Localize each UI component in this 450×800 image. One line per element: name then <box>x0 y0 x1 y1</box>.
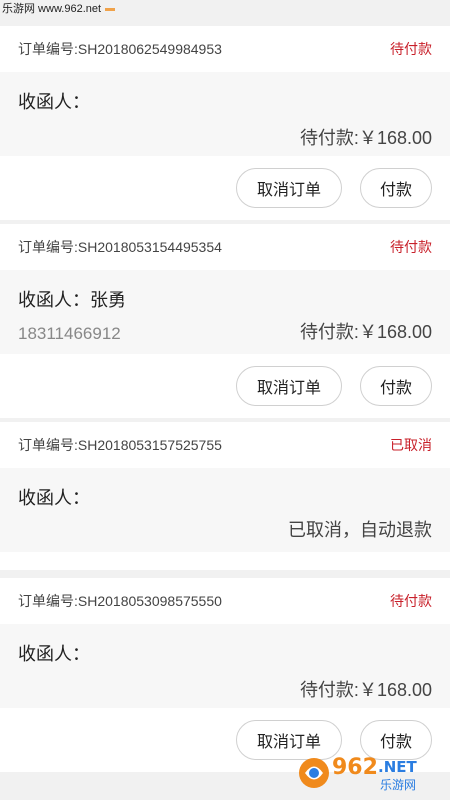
cancel-order-button[interactable]: 取消订单 <box>236 366 342 406</box>
962-logo: 962 .NET 乐游网 <box>299 755 417 792</box>
order-actions: 取消订单 付款 <box>0 156 450 220</box>
order-number: 订单编号:SH2018062549984953 <box>18 41 222 57</box>
logo-number: 962 <box>332 755 378 780</box>
order-number: 订单编号:SH2018053157525755 <box>18 437 222 453</box>
recipient: 收函人： <box>18 644 90 664</box>
order-number: 订单编号:SH2018053154495354 <box>18 239 222 255</box>
recipient: 收函人：张勇 <box>18 290 126 310</box>
cancel-order-button[interactable]: 取消订单 <box>236 168 342 208</box>
pay-button[interactable]: 付款 <box>360 366 432 406</box>
order-card[interactable]: 订单编号:SH2018053157525755 已取消 收函人： 已取消，自动退… <box>0 422 450 570</box>
order-actions: 取消订单 付款 <box>0 354 450 418</box>
logo-emblem <box>299 758 329 788</box>
order-body: 收函人： 已取消，自动退款 <box>0 468 450 552</box>
order-card[interactable]: 订单编号:SH2018053154495354 待付款 收函人：张勇 18311… <box>0 224 450 418</box>
order-status: 待付款 <box>390 41 432 57</box>
order-header: 订单编号:SH2018053157525755 已取消 <box>0 422 450 468</box>
order-footer-space <box>0 552 450 570</box>
order-body: 收函人： 待付款:￥168.00 <box>0 624 450 708</box>
order-status: 待付款 <box>390 239 432 255</box>
watermark-bar: 乐游网 www.962.net <box>0 0 450 18</box>
logo-net: .NET <box>378 758 417 776</box>
logo-cn: 乐游网 <box>380 778 416 792</box>
order-body: 收函人： 待付款:￥168.00 <box>0 72 450 156</box>
watermark-text: 乐游网 www.962.net <box>2 3 102 15</box>
order-card[interactable]: 订单编号:SH2018062549984953 待付款 收函人： 待付款:￥16… <box>0 26 450 220</box>
order-header: 订单编号:SH2018053098575550 待付款 <box>0 578 450 624</box>
order-amount: 待付款:￥168.00 <box>299 322 432 342</box>
recipient: 收函人： <box>18 488 90 508</box>
order-amount: 待付款:￥168.00 <box>299 128 432 148</box>
watermark-accent <box>105 7 116 11</box>
order-header: 订单编号:SH2018062549984953 待付款 <box>0 26 450 72</box>
pay-button[interactable]: 付款 <box>360 168 432 208</box>
order-status: 待付款 <box>390 593 432 609</box>
order-header: 订单编号:SH2018053154495354 待付款 <box>0 224 450 270</box>
order-body: 收函人：张勇 18311466912 待付款:￥168.00 <box>0 270 450 354</box>
recipient: 收函人： <box>18 92 90 112</box>
order-amount: 待付款:￥168.00 <box>299 680 432 700</box>
order-number: 订单编号:SH2018053098575550 <box>18 593 222 609</box>
order-status: 已取消 <box>390 437 432 453</box>
order-status-note: 已取消，自动退款 <box>288 520 432 540</box>
order-card[interactable]: 订单编号:SH2018053098575550 待付款 收函人： 待付款:￥16… <box>0 578 450 772</box>
